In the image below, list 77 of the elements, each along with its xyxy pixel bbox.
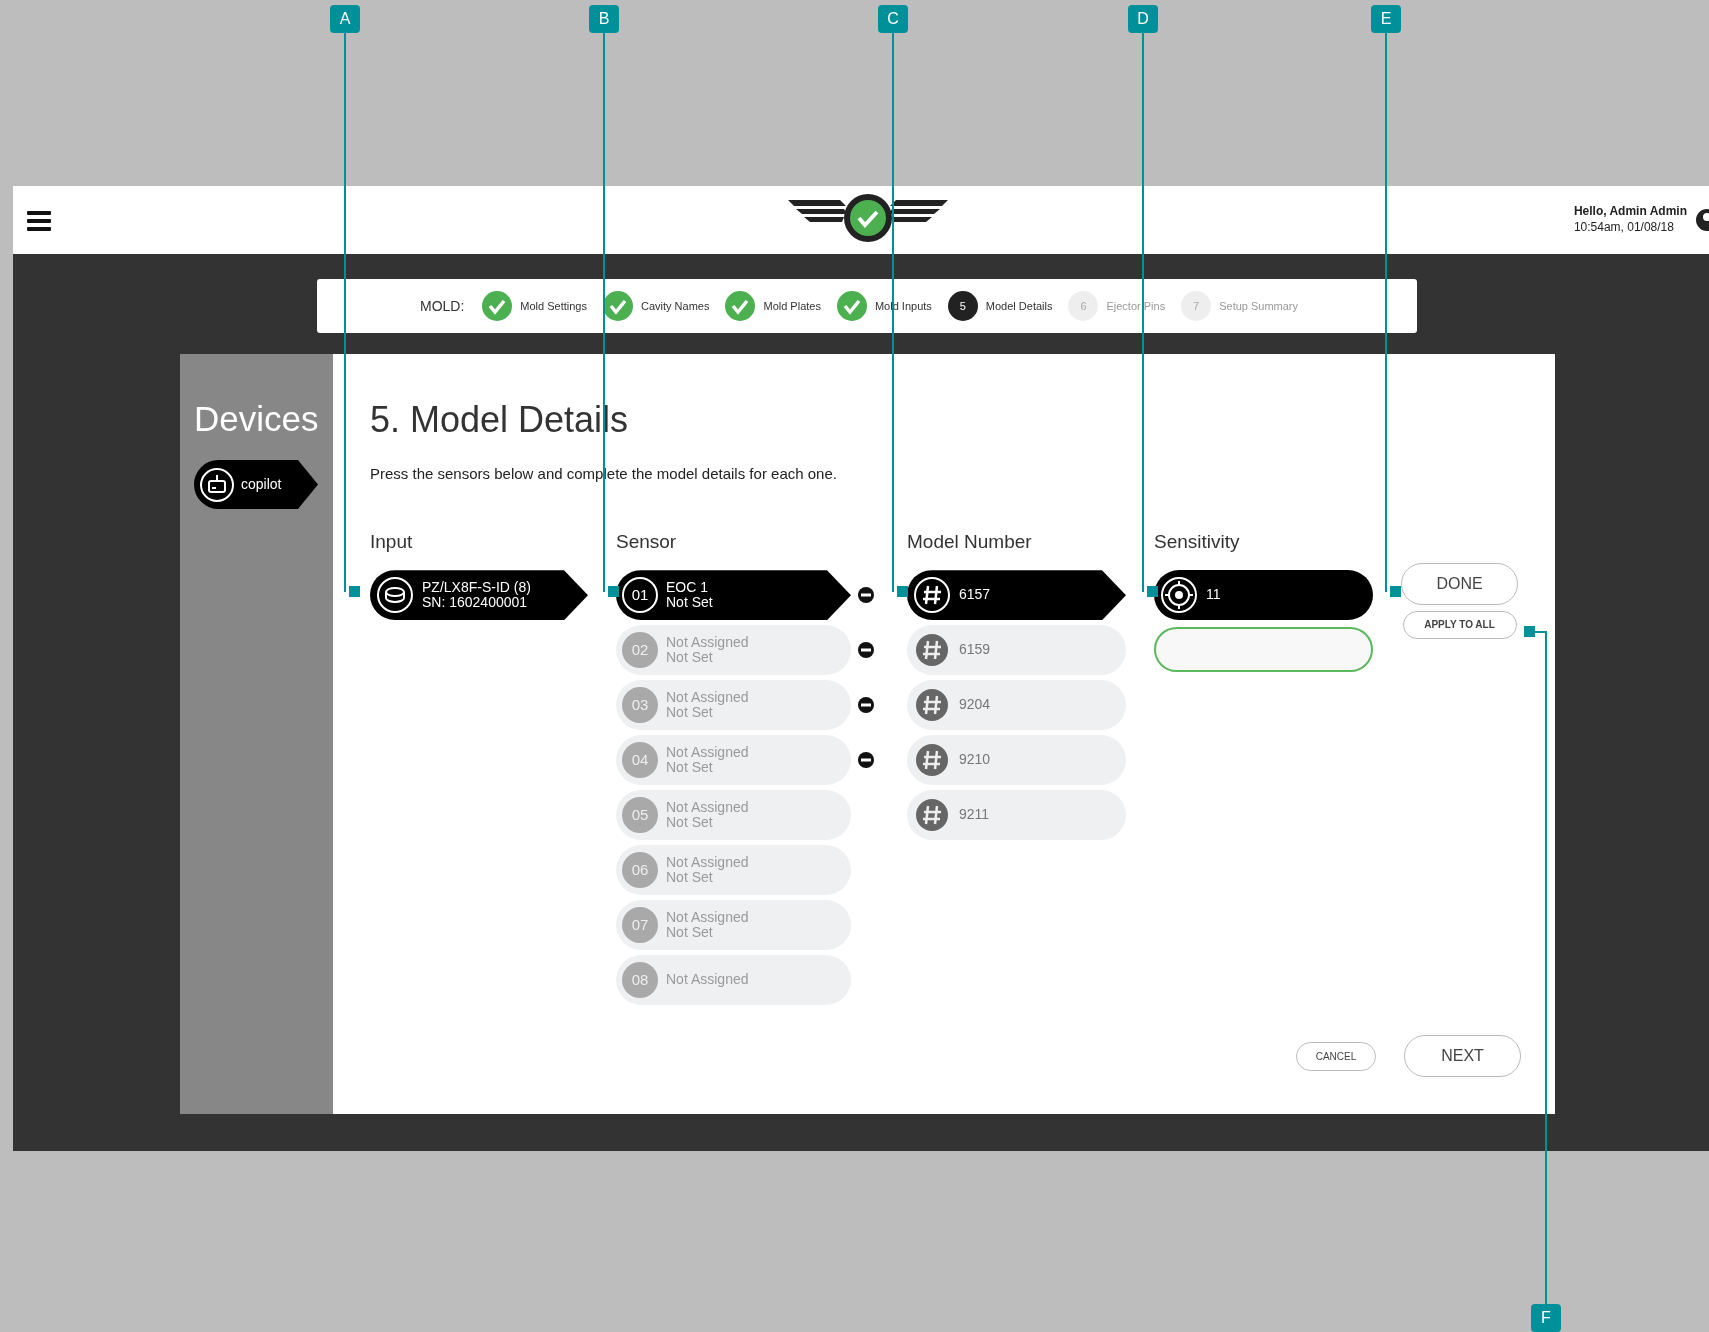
model-number: 6159 bbox=[959, 642, 991, 658]
input-item[interactable]: PZ/LX8F-S-ID (8) SN: 1602400001 bbox=[370, 570, 588, 621]
column-header: Sensitivity bbox=[1154, 529, 1241, 554]
sensor-icon bbox=[376, 576, 414, 615]
sensor-number: 06 bbox=[622, 852, 658, 889]
check-icon[interactable] bbox=[482, 291, 513, 321]
model-number: 9210 bbox=[959, 752, 991, 768]
hash-icon bbox=[913, 576, 951, 615]
callout-label: F bbox=[1531, 1304, 1561, 1332]
minus-icon[interactable] bbox=[858, 752, 874, 769]
sensor-name: EOC 1 bbox=[666, 579, 709, 596]
sensor-status: Not Set bbox=[666, 815, 713, 831]
apply-to-all-button[interactable]: APPLY TO ALL bbox=[1402, 610, 1517, 639]
greeting-text: Hello, Admin Admin bbox=[1573, 204, 1687, 220]
sensor-status: Not Set bbox=[666, 925, 713, 941]
model-number: 9204 bbox=[959, 697, 991, 713]
serial-number: SN: 1602400001 bbox=[422, 595, 528, 611]
sensor-name: Not Assigned bbox=[666, 689, 749, 706]
minus-icon[interactable] bbox=[858, 697, 874, 714]
model-item[interactable]: 9204 bbox=[907, 680, 1126, 731]
model-number: 6157 bbox=[959, 587, 991, 603]
minus-icon[interactable] bbox=[858, 587, 874, 604]
callout-label: D bbox=[1128, 5, 1158, 33]
sensor-number: 05 bbox=[622, 797, 658, 834]
sensor-number: 04 bbox=[622, 742, 658, 779]
sensor-status: Not Set bbox=[666, 595, 713, 611]
step-label[interactable]: Mold Plates bbox=[763, 297, 821, 315]
check-icon[interactable] bbox=[603, 291, 633, 321]
step-number[interactable]: 5 bbox=[947, 291, 978, 321]
sensor-item[interactable]: 01 EOC 1 Not Set bbox=[616, 570, 851, 621]
sensor-status: Not Set bbox=[666, 650, 713, 666]
date-time: 10:54am, 01/08/18 bbox=[1573, 220, 1675, 236]
model-item[interactable]: 6159 bbox=[907, 625, 1126, 676]
sidebar-title: Devices bbox=[194, 398, 320, 440]
sensor-name: Not Assigned bbox=[666, 744, 749, 761]
menu-icon[interactable] bbox=[27, 209, 51, 232]
sensor-status: Not Set bbox=[666, 870, 713, 886]
column-header: Model Number bbox=[907, 529, 1033, 554]
cancel-button[interactable]: CANCEL bbox=[1296, 1041, 1376, 1071]
column-header: Input bbox=[370, 529, 414, 554]
callout-label: B bbox=[589, 5, 619, 33]
callout-label: E bbox=[1371, 5, 1401, 33]
done-button[interactable]: DONE bbox=[1401, 562, 1518, 605]
step-label[interactable]: Mold Settings bbox=[520, 297, 587, 315]
input-name: PZ/LX8F-S-ID (8) bbox=[422, 579, 531, 596]
target-icon bbox=[1160, 576, 1198, 615]
check-icon[interactable] bbox=[725, 291, 756, 321]
sensitivity-value[interactable]: 11 bbox=[1154, 570, 1373, 621]
sensor-number: 01 bbox=[622, 577, 658, 614]
model-item[interactable]: 9211 bbox=[907, 790, 1126, 841]
next-button[interactable]: NEXT bbox=[1404, 1035, 1521, 1077]
sensor-name: Not Assigned bbox=[666, 854, 749, 871]
callout-label: C bbox=[878, 5, 908, 33]
sensor-number: 02 bbox=[622, 632, 658, 669]
device-item[interactable]: copilot bbox=[194, 460, 318, 509]
sensor-number: 03 bbox=[622, 687, 658, 724]
sensor-number: 08 bbox=[622, 962, 658, 999]
model-number: 9211 bbox=[959, 807, 990, 823]
sensor-name: Not Assigned bbox=[666, 972, 749, 988]
check-icon[interactable] bbox=[836, 291, 867, 321]
step-label[interactable]: Cavity Names bbox=[641, 297, 710, 315]
sensor-status: Not Set bbox=[666, 705, 713, 721]
model-item[interactable]: 9210 bbox=[907, 735, 1126, 786]
sensor-status: Not Set bbox=[666, 760, 713, 776]
sensor-name: Not Assigned bbox=[666, 799, 749, 816]
sensor-name: Not Assigned bbox=[666, 909, 749, 926]
user-icon[interactable] bbox=[1695, 208, 1709, 232]
sensitivity-field[interactable] bbox=[1154, 627, 1373, 673]
model-item[interactable]: 6157 bbox=[907, 570, 1126, 621]
minus-icon[interactable] bbox=[858, 642, 874, 659]
sensor-number: 07 bbox=[622, 907, 658, 944]
callout-label: A bbox=[330, 5, 360, 33]
step-label[interactable]: Model Details bbox=[985, 297, 1053, 315]
device-icon bbox=[199, 466, 235, 503]
column-header: Sensor bbox=[616, 529, 678, 554]
sensor-name: Not Assigned bbox=[666, 634, 749, 651]
stepper-label: MOLD: bbox=[420, 296, 465, 316]
